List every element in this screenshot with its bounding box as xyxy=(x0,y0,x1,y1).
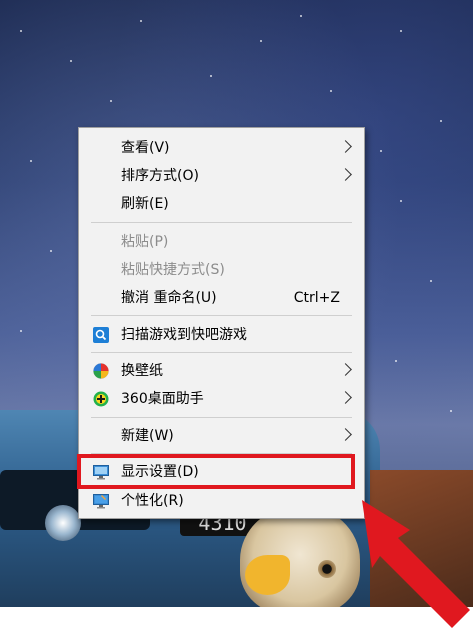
menu-separator xyxy=(91,453,352,454)
wallpaper-icon xyxy=(93,363,109,379)
menu-item-shortcut: Ctrl+Z xyxy=(293,290,340,306)
train-headlight xyxy=(45,505,81,541)
chevron-right-icon xyxy=(339,168,352,181)
menu-item-label: 新建(W) xyxy=(121,428,174,444)
menu-item-new[interactable]: 新建(W) xyxy=(79,422,364,450)
menu-item-label: 显示设置(D) xyxy=(121,464,199,480)
menu-item-display-settings[interactable]: 显示设置(D) xyxy=(79,458,364,486)
menu-item-sort-by[interactable]: 排序方式(O) xyxy=(79,162,364,190)
personalize-icon xyxy=(93,494,109,509)
menu-item-label: 粘贴(P) xyxy=(121,234,169,250)
menu-item-label: 扫描游戏到快吧游戏 xyxy=(121,327,247,343)
menu-separator xyxy=(91,417,352,418)
menu-item-paste-shortcut[interactable]: 粘贴快捷方式(S) xyxy=(79,256,364,284)
menu-item-label: 360桌面助手 xyxy=(121,391,204,407)
menu-item-360-desktop-assistant[interactable]: 360桌面助手 xyxy=(79,385,364,413)
plus-circle-icon xyxy=(93,391,109,407)
menu-item-personalize[interactable]: 个性化(R) xyxy=(79,487,364,515)
arrow-annotation-icon xyxy=(362,500,470,628)
menu-item-label: 查看(V) xyxy=(121,140,170,156)
desktop-context-menu: 查看(V) 排序方式(O) 刷新(E) 粘贴(P) 粘贴快捷方式(S) 撤消 重… xyxy=(78,127,365,519)
display-icon xyxy=(93,465,109,480)
search-icon xyxy=(93,327,109,343)
chevron-right-icon xyxy=(339,428,352,441)
menu-item-label: 个性化(R) xyxy=(121,493,184,509)
menu-item-paste[interactable]: 粘贴(P) xyxy=(79,228,364,256)
menu-item-refresh[interactable]: 刷新(E) xyxy=(79,190,364,218)
chevron-right-icon xyxy=(339,391,352,404)
menu-item-view[interactable]: 查看(V) xyxy=(79,134,364,162)
menu-item-label: 换壁纸 xyxy=(121,363,163,379)
menu-item-label: 刷新(E) xyxy=(121,196,169,212)
menu-item-change-wallpaper[interactable]: 换壁纸 xyxy=(79,357,364,385)
eagle-eye xyxy=(318,560,336,578)
menu-item-label: 粘贴快捷方式(S) xyxy=(121,262,225,278)
chevron-right-icon xyxy=(339,363,352,376)
menu-separator xyxy=(91,222,352,223)
menu-item-scan-games[interactable]: 扫描游戏到快吧游戏 xyxy=(79,321,364,349)
menu-item-label: 撤消 重命名(U) xyxy=(121,290,217,306)
eagle-beak xyxy=(245,555,290,595)
menu-item-label: 排序方式(O) xyxy=(121,168,199,184)
chevron-right-icon xyxy=(339,140,352,153)
menu-item-undo-rename[interactable]: 撤消 重命名(U) Ctrl+Z xyxy=(79,284,364,312)
menu-separator xyxy=(91,315,352,316)
menu-separator xyxy=(91,352,352,353)
